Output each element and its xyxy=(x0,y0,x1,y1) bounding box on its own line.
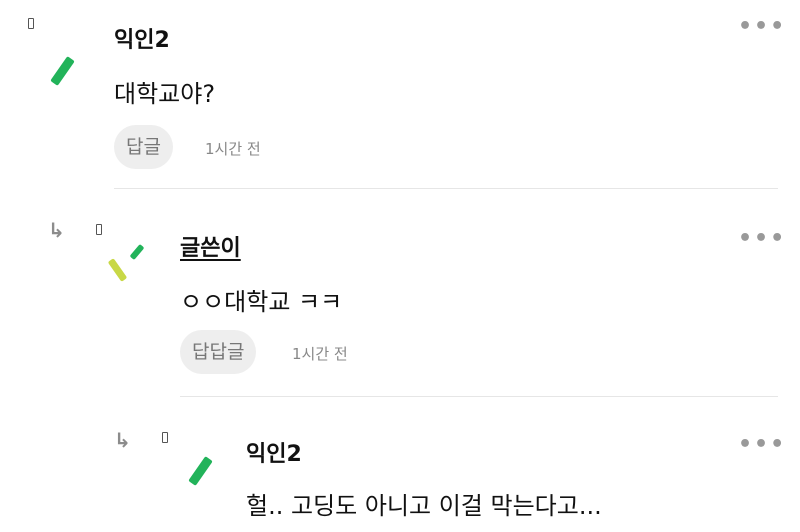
divider xyxy=(180,396,778,397)
more-dots-icon[interactable]: ••• xyxy=(738,16,786,38)
reply-button[interactable]: 답답글 xyxy=(180,330,257,374)
reply-arrow-icon: ↳ xyxy=(48,218,65,242)
avatar-green-stroke xyxy=(188,456,213,486)
divider xyxy=(114,188,778,189)
comment-author[interactable]: 익인2 xyxy=(114,22,170,54)
comment-text: 헐.. 고딩도 아니고 이걸 막는다고... xyxy=(246,492,602,520)
comment-2: ↳ 글쓴이 ••• ㅇㅇ대학교 ㅋㅋ 답답글 1시간 전 xyxy=(0,190,800,398)
comment-3: ↳ 익인2 ••• 헐.. 고딩도 아니고 이걸 막는다고... xyxy=(0,398,800,532)
comment-text: ㅇㅇ대학교 ㅋㅋ xyxy=(180,288,343,316)
avatar-dot xyxy=(96,224,102,235)
avatar[interactable] xyxy=(96,224,156,284)
comment-1: 익인2 ••• 대학교야? 답글 1시간 전 xyxy=(0,0,800,190)
reply-button[interactable]: 답글 xyxy=(114,125,173,169)
comment-author[interactable]: 글쓴이 xyxy=(180,230,241,262)
comment-author[interactable]: 익인2 xyxy=(246,436,302,468)
avatar[interactable] xyxy=(162,432,222,492)
avatar-green-stroke xyxy=(50,56,75,86)
more-dots-icon[interactable]: ••• xyxy=(738,228,786,250)
avatar-yellow-stroke xyxy=(107,258,128,282)
reply-arrow-icon: ↳ xyxy=(114,428,131,452)
avatar-dot xyxy=(162,432,168,443)
comment-time: 1시간 전 xyxy=(205,140,261,158)
comment-text: 대학교야? xyxy=(114,80,216,108)
avatar[interactable] xyxy=(28,18,78,86)
avatar-dot xyxy=(28,18,34,29)
avatar-green-stroke xyxy=(129,243,145,261)
more-dots-icon[interactable]: ••• xyxy=(738,434,786,456)
comment-time: 1시간 전 xyxy=(292,345,348,363)
